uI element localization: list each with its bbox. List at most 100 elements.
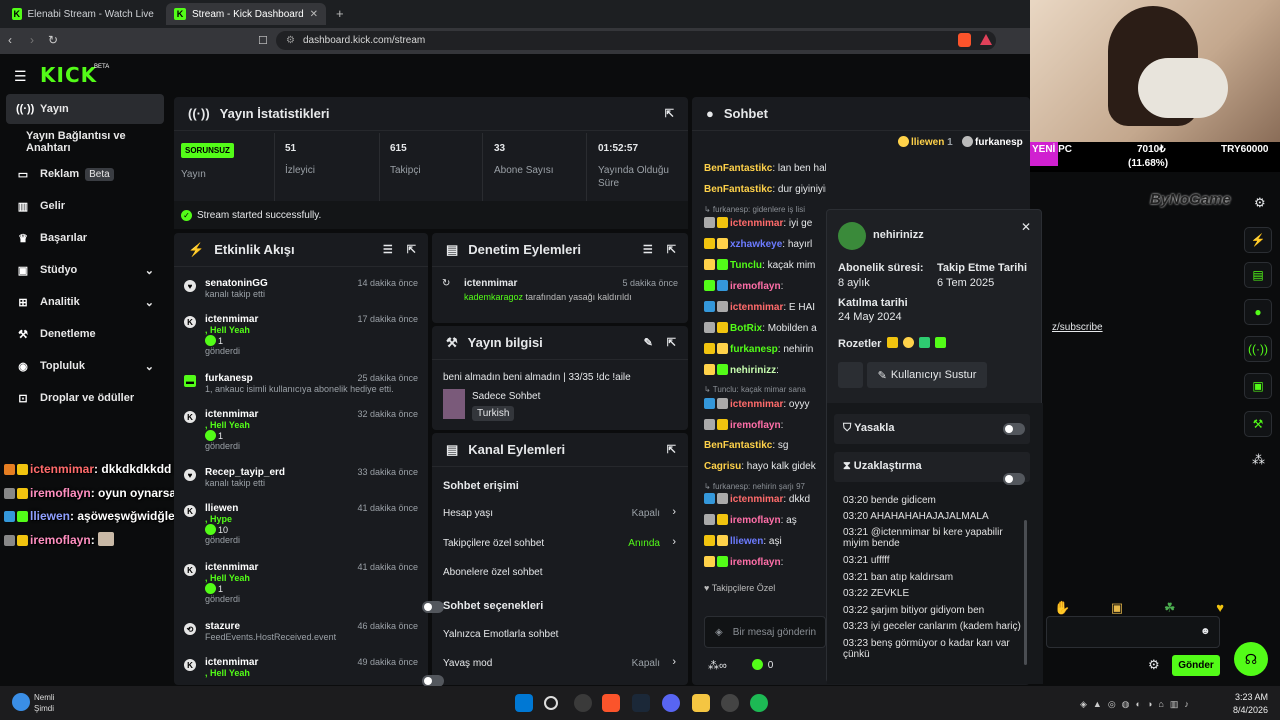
reload-icon[interactable]: ↻: [48, 33, 58, 47]
chat-message[interactable]: ictenmimar: dkkd: [704, 493, 826, 507]
close-icon[interactable]: ✕: [1021, 220, 1031, 234]
brave-icon[interactable]: [602, 694, 620, 712]
chat-message[interactable]: Tunclu: kaçak mim: [704, 259, 826, 273]
ban-toggle[interactable]: [1003, 423, 1025, 435]
chevron-right-icon[interactable]: ›: [672, 506, 676, 518]
sidebar-item-studio[interactable]: ▣ Stüdyo ⌄: [6, 255, 164, 285]
chat-message[interactable]: iremoflayn:: [704, 280, 826, 294]
site-info-icon[interactable]: ⚙: [286, 35, 295, 46]
chat-message[interactable]: iremoflayn: aş: [704, 514, 826, 528]
chat-username[interactable]: iremoflayn: [730, 557, 781, 568]
tab-dashboard[interactable]: K Stream - Kick Dashboard ✕: [166, 3, 326, 25]
emote-row[interactable]: ✋ ▣ ☘ ♥: [1054, 600, 1224, 616]
chat-message[interactable]: lliewen: aşi: [704, 535, 826, 549]
broadcast-rail-icon[interactable]: ((·)): [1244, 336, 1272, 362]
filter-icon[interactable]: ☰: [643, 243, 653, 256]
chat-message[interactable]: ictenmimar: E HAI: [704, 301, 826, 315]
popout-icon[interactable]: ⇱: [667, 443, 676, 456]
chat-message[interactable]: ↳ Tunclu: kaçak mimar sana: [704, 385, 826, 395]
chat-username[interactable]: nehirinizz: [730, 365, 776, 376]
chat-username[interactable]: ictenmimar: [730, 399, 783, 410]
discord-icon[interactable]: [662, 694, 680, 712]
followers-only-value[interactable]: Anında: [628, 538, 660, 549]
chat-message[interactable]: xzhawkeye: hayırl: [704, 238, 826, 252]
sidebar-item-community[interactable]: ◉ Topluluk ⌄: [6, 351, 164, 381]
chat-input-right[interactable]: [1046, 616, 1220, 648]
chat-message[interactable]: ictenmimar: oyyy: [704, 398, 826, 412]
sidebar-item-stream[interactable]: ((·)) Yayın: [6, 94, 164, 124]
forward-icon[interactable]: ›: [30, 33, 34, 47]
sidebar-item-ads[interactable]: ▭ Reklam Beta: [6, 159, 164, 189]
chat-username[interactable]: BenFantastikc: [704, 440, 772, 451]
chat-username[interactable]: ictenmimar: [730, 302, 783, 313]
search-icon[interactable]: [544, 696, 558, 710]
obs-icon[interactable]: [721, 694, 739, 712]
chat-rail-icon[interactable]: ●: [1244, 299, 1272, 325]
url-field[interactable]: ⚙ dashboard.kick.com/stream: [276, 31, 996, 50]
emoji-icon[interactable]: ☻: [1200, 626, 1211, 637]
popout-icon[interactable]: ⇱: [665, 107, 674, 120]
channel-rail-icon[interactable]: ▣: [1244, 373, 1272, 399]
brave-shield-icon[interactable]: [958, 33, 971, 47]
more-actions-button[interactable]: [838, 362, 863, 388]
chat-username[interactable]: Tunclu: [730, 260, 762, 271]
chat-username[interactable]: iremoflayn: [730, 515, 781, 526]
wrench-rail-icon[interactable]: ⚒: [1244, 411, 1272, 437]
sidebar-item-stream-key[interactable]: Yayın Bağlantısı ve Anahtarı: [6, 127, 164, 157]
menu-icon[interactable]: ☰: [14, 68, 27, 85]
chat-message[interactable]: BenFantastikc: sg: [704, 440, 826, 454]
popout-icon[interactable]: ⇱: [667, 336, 676, 349]
send-button[interactable]: Gönder: [1172, 655, 1220, 676]
chat-message[interactable]: BotRix: Mobilden a: [704, 322, 826, 336]
chat-username[interactable]: xzhawkeye: [730, 239, 782, 250]
edit-icon[interactable]: ✎: [644, 336, 653, 349]
windows-start-icon[interactable]: [515, 694, 533, 712]
tab-elenabi[interactable]: KElenabi Stream - Watch Live on Kick: [4, 3, 164, 25]
chat-username[interactable]: lliewen: [730, 536, 763, 547]
slow-mode-value[interactable]: Kapalı: [632, 658, 660, 669]
steam-icon[interactable]: [632, 694, 650, 712]
chevron-right-icon[interactable]: ›: [672, 536, 676, 548]
chat-username[interactable]: BenFantastikc: [704, 184, 772, 195]
support-icon[interactable]: ☊: [1234, 642, 1268, 676]
subs-only-toggle[interactable]: [422, 601, 444, 613]
chat-message[interactable]: iremoflayn:: [704, 419, 826, 433]
filter-icon[interactable]: ☰: [383, 243, 393, 256]
document-rail-icon[interactable]: ▤: [1244, 262, 1272, 288]
bolt-rail-icon[interactable]: ⚡: [1244, 227, 1272, 253]
chat-username[interactable]: BotRix: [730, 323, 762, 334]
chat-username[interactable]: ictenmimar: [730, 494, 783, 505]
chat-username[interactable]: Cagrisu: [704, 461, 741, 472]
back-icon[interactable]: ‹: [8, 33, 12, 47]
sidebar-item-revenue[interactable]: ▥ Gelir: [6, 191, 164, 221]
sidebar-item-moderation[interactable]: ⚒ Denetleme: [6, 319, 164, 349]
brave-rewards-icon[interactable]: [980, 34, 992, 45]
chat-username[interactable]: ictenmimar: [730, 218, 783, 229]
chevron-right-icon[interactable]: ›: [672, 656, 676, 668]
app-icon[interactable]: [574, 694, 592, 712]
chat-message[interactable]: ictenmimar: iyi ge: [704, 217, 826, 231]
close-tab-icon[interactable]: ✕: [310, 9, 318, 20]
chat-message[interactable]: nehirinizz:: [704, 364, 826, 378]
spotify-icon[interactable]: [750, 694, 768, 712]
bookmark-icon[interactable]: ☐: [258, 34, 268, 47]
popout-icon[interactable]: ⇱: [407, 243, 416, 256]
chat-message[interactable]: ↳ furkanesp: gidenlere iş lisi: [704, 205, 826, 215]
history-scrollbar[interactable]: [1024, 520, 1027, 665]
settings-gear-icon[interactable]: ⚙: [1148, 657, 1160, 673]
chat-message[interactable]: BenFantastikc: dur giyiniyim: [704, 184, 826, 198]
chat-message[interactable]: ↳ furkanesp: nehirin şarjı 97: [704, 482, 826, 492]
chat-message[interactable]: BenFantastikc: lan ben hala çıplakmışım: [704, 163, 826, 177]
chat-input[interactable]: ◈ Bir mesaj gönderin: [704, 616, 826, 648]
chat-message[interactable]: iremoflayn:: [704, 556, 826, 570]
tray-icons[interactable]: ◈▲◎◍◐◑⌂▥♪: [1080, 699, 1195, 710]
chat-username[interactable]: furkanesp: [730, 344, 778, 355]
more-icon[interactable]: ⚙: [1254, 195, 1266, 211]
popout-icon[interactable]: ⇱: [667, 243, 676, 256]
community-rail-icon[interactable]: ⁂: [1252, 452, 1265, 468]
folder-icon[interactable]: [692, 694, 710, 712]
kick-logo[interactable]: KICK: [40, 63, 97, 87]
new-tab-button[interactable]: +: [336, 6, 344, 21]
sidebar-item-achievements[interactable]: ♛ Başarılar: [6, 223, 164, 253]
chat-message[interactable]: Cagrisu: hayo kalk gidek: [704, 461, 826, 475]
